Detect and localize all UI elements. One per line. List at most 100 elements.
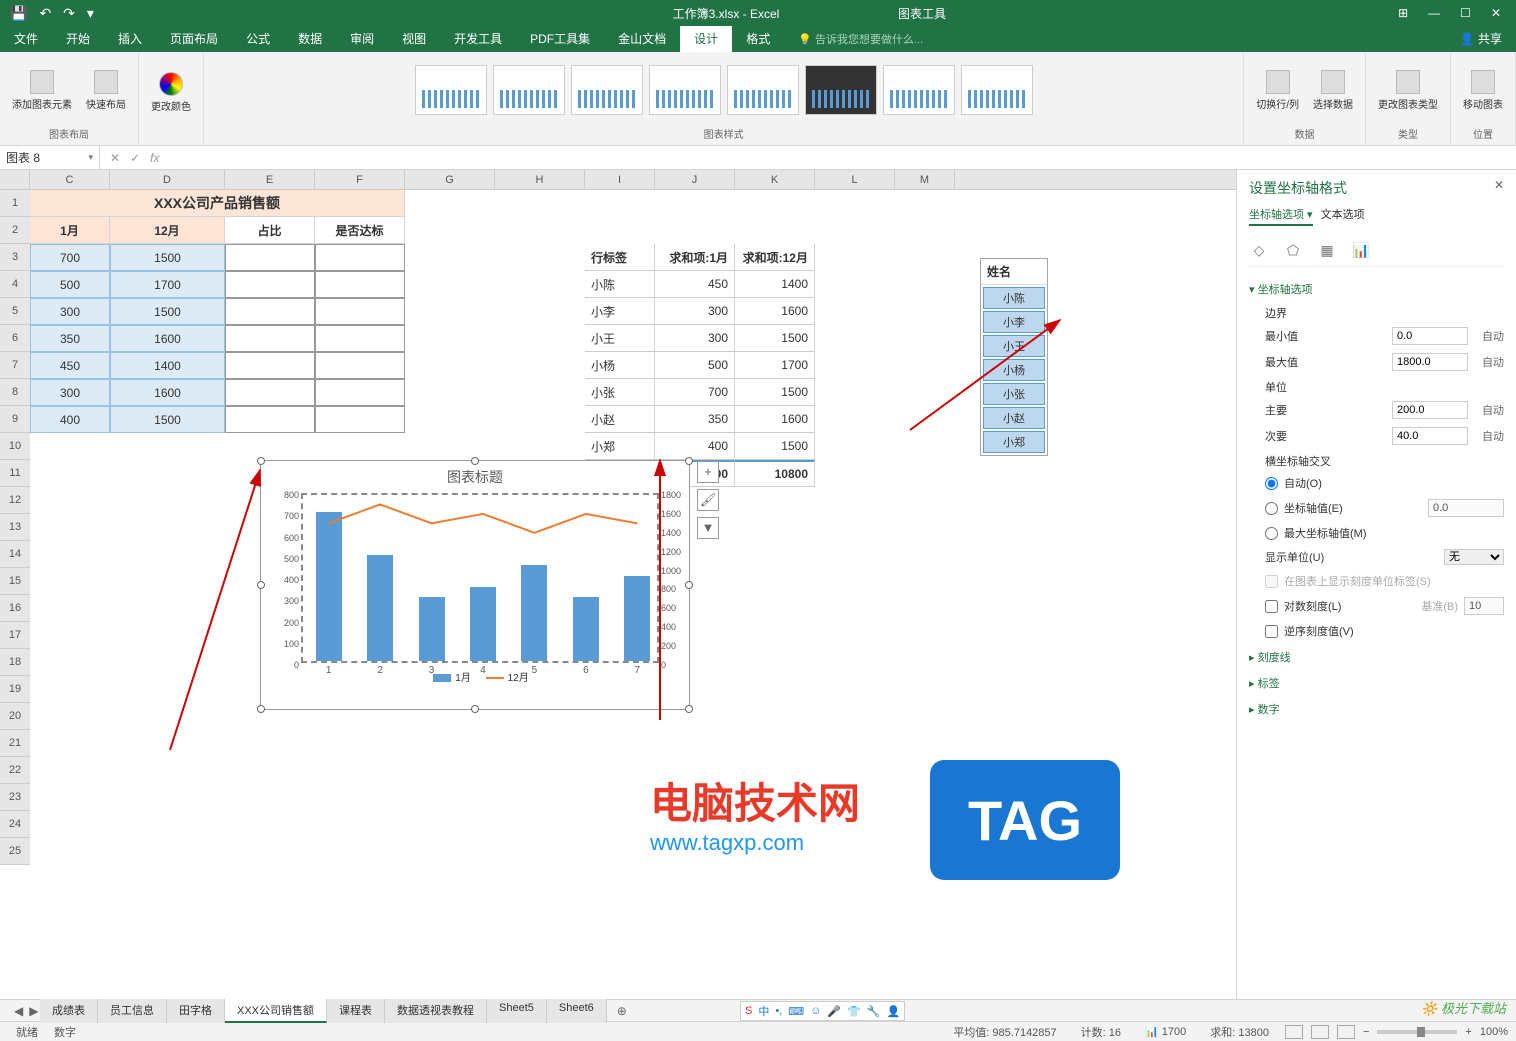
empty-cell[interactable]	[225, 244, 315, 271]
ime-toolbox-icon[interactable]: 🔧	[867, 1005, 881, 1018]
cross-max-radio[interactable]	[1265, 527, 1278, 540]
section-labels[interactable]: 标签	[1249, 669, 1504, 695]
section-number[interactable]: 数字	[1249, 695, 1504, 721]
sheet-tab[interactable]: XXX公司销售额	[225, 999, 327, 1023]
section-axis-options[interactable]: 坐标轴选项	[1249, 275, 1504, 301]
qat-more-icon[interactable]: ▾	[87, 5, 94, 22]
empty-cell[interactable]	[315, 244, 405, 271]
chart-handle[interactable]	[471, 705, 479, 713]
tab-home[interactable]: 开始	[52, 25, 104, 52]
pivot-cell[interactable]: 350	[655, 406, 735, 433]
sheet-tab[interactable]: 成绩表	[40, 999, 98, 1023]
cross-auto-radio[interactable]	[1265, 477, 1278, 490]
max-input[interactable]	[1392, 353, 1468, 371]
chart-styles-button[interactable]: 🖌	[697, 489, 719, 511]
table-header-target[interactable]: 是否达标	[315, 217, 405, 244]
sheet-tab[interactable]: 田字格	[167, 999, 225, 1023]
data-cell[interactable]: 1600	[110, 379, 225, 406]
row-header[interactable]: 4	[0, 271, 30, 298]
zoom-level[interactable]: 100%	[1480, 1026, 1508, 1038]
size-props-icon[interactable]: ▦	[1317, 240, 1337, 260]
share-button[interactable]: 👤 共享	[1446, 25, 1516, 52]
row-header[interactable]: 17	[0, 622, 30, 649]
empty-cell[interactable]	[315, 379, 405, 406]
effects-icon[interactable]: ⬠	[1283, 240, 1303, 260]
row-header[interactable]: 7	[0, 352, 30, 379]
fill-line-icon[interactable]: ◇	[1249, 240, 1269, 260]
chart-style-4[interactable]	[649, 65, 721, 115]
cross-value-input[interactable]	[1428, 499, 1504, 517]
data-cell[interactable]: 1500	[110, 244, 225, 271]
ime-lang-icon[interactable]: 中	[758, 1003, 769, 1019]
chart-plot-area[interactable]: 0100200300400500600700800020040060080010…	[301, 493, 659, 663]
column-header[interactable]: C	[30, 170, 110, 189]
major-input[interactable]	[1392, 401, 1468, 419]
row-header[interactable]: 9	[0, 406, 30, 433]
tab-formulas[interactable]: 公式	[232, 25, 284, 52]
view-pagebreak-icon[interactable]	[1337, 1025, 1355, 1039]
ime-mic-icon[interactable]: 🎤	[827, 1005, 841, 1018]
pivot-cell[interactable]: 1500	[735, 325, 815, 352]
view-normal-icon[interactable]	[1285, 1025, 1303, 1039]
add-chart-element-button[interactable]: 添加图表元素	[8, 66, 76, 115]
pivot-cell[interactable]: 400	[655, 433, 735, 460]
data-cell[interactable]: 350	[30, 325, 110, 352]
chart-handle[interactable]	[257, 457, 265, 465]
row-header[interactable]: 21	[0, 730, 30, 757]
data-cell[interactable]: 1500	[110, 298, 225, 325]
empty-cell[interactable]	[315, 352, 405, 379]
empty-cell[interactable]	[225, 298, 315, 325]
column-header[interactable]: I	[585, 170, 655, 189]
fx-icon[interactable]: fx	[150, 151, 159, 165]
data-cell[interactable]: 300	[30, 379, 110, 406]
pivot-cell[interactable]: 求和项:12月	[735, 244, 815, 271]
pivot-cell[interactable]: 小李	[585, 298, 655, 325]
row-header[interactable]: 14	[0, 541, 30, 568]
empty-cell[interactable]	[225, 406, 315, 433]
minor-input[interactable]	[1392, 427, 1468, 445]
zoom-in-icon[interactable]: +	[1465, 1026, 1471, 1038]
pivot-cell[interactable]: 小陈	[585, 271, 655, 298]
select-data-button[interactable]: 选择数据	[1309, 66, 1357, 115]
column-header[interactable]: H	[495, 170, 585, 189]
ime-keyboard-icon[interactable]: ⌨	[788, 1005, 804, 1018]
sheet-prev-icon[interactable]: ◀	[14, 1004, 23, 1018]
axis-options-icon[interactable]: 📊	[1351, 240, 1371, 260]
pivot-cell[interactable]: 行标签	[585, 244, 655, 271]
pivot-cell[interactable]: 450	[655, 271, 735, 298]
change-colors-button[interactable]: 更改颜色	[147, 68, 195, 117]
pivot-cell[interactable]: 小郑	[585, 433, 655, 460]
row-header[interactable]: 13	[0, 514, 30, 541]
tab-design[interactable]: 设计	[680, 25, 732, 52]
row-header[interactable]: 11	[0, 460, 30, 487]
table-header-month1[interactable]: 1月	[30, 217, 110, 244]
pivot-cell[interactable]: 10800	[735, 460, 815, 487]
tab-axis-options[interactable]: 坐标轴选项 ▾	[1249, 204, 1313, 226]
minimize-icon[interactable]: —	[1428, 6, 1440, 20]
ime-emoji-icon[interactable]: ☺	[810, 1005, 821, 1017]
chart-style-1[interactable]	[415, 65, 487, 115]
chart-handle[interactable]	[471, 457, 479, 465]
data-cell[interactable]: 500	[30, 271, 110, 298]
chart-handle[interactable]	[685, 705, 693, 713]
cross-value-radio[interactable]	[1265, 502, 1278, 515]
pivot-cell[interactable]: 1700	[735, 352, 815, 379]
empty-cell[interactable]	[315, 325, 405, 352]
ribbon-options-icon[interactable]: ⊞	[1398, 6, 1408, 20]
data-cell[interactable]: 1500	[110, 406, 225, 433]
row-header[interactable]: 5	[0, 298, 30, 325]
data-cell[interactable]: 1400	[110, 352, 225, 379]
pivot-cell[interactable]: 500	[655, 352, 735, 379]
pivot-cell[interactable]: 300	[655, 298, 735, 325]
pivot-cell[interactable]: 小王	[585, 325, 655, 352]
row-header[interactable]: 16	[0, 595, 30, 622]
pivot-cell[interactable]: 1500	[735, 379, 815, 406]
column-header[interactable]: G	[405, 170, 495, 189]
pivot-cell[interactable]: 1500	[735, 433, 815, 460]
name-box[interactable]: 图表 8 ▾	[0, 146, 100, 169]
chart-style-5[interactable]	[727, 65, 799, 115]
chart-handle[interactable]	[257, 581, 265, 589]
row-header[interactable]: 3	[0, 244, 30, 271]
switch-rowcol-button[interactable]: 切换行/列	[1252, 66, 1303, 115]
slicer-name[interactable]: 姓名 小陈小李小王小杨小张小赵小郑	[980, 258, 1048, 456]
